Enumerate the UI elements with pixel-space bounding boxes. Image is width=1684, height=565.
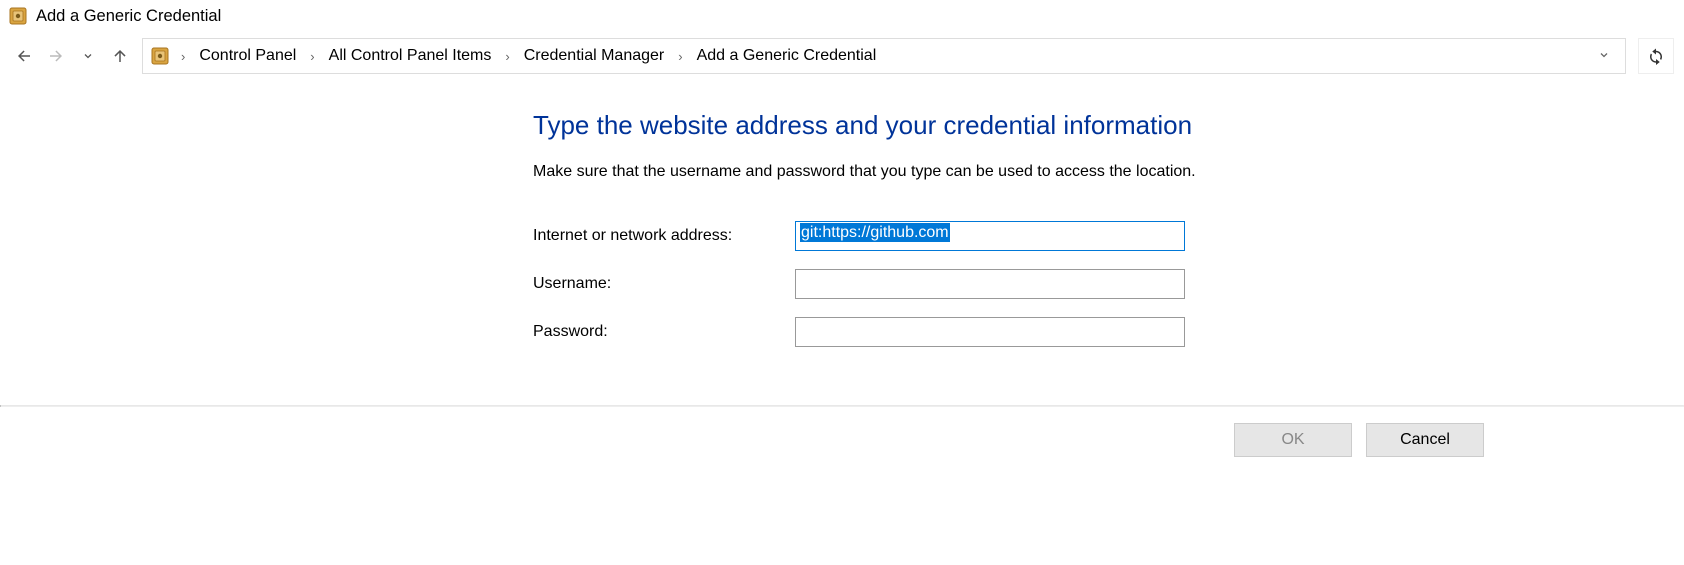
chevron-right-icon: › bbox=[175, 49, 191, 64]
address-bar[interactable]: › Control Panel › All Control Panel Item… bbox=[142, 38, 1626, 74]
username-input[interactable] bbox=[795, 269, 1185, 299]
password-input[interactable] bbox=[795, 317, 1185, 347]
address-input-value: git:https://github.com bbox=[800, 223, 950, 242]
navigation-bar: › Control Panel › All Control Panel Item… bbox=[0, 32, 1684, 80]
back-arrow-icon bbox=[15, 47, 33, 65]
safe-icon bbox=[8, 6, 28, 26]
address-label: Internet or network address: bbox=[533, 227, 795, 245]
username-row: Username: bbox=[533, 269, 1684, 299]
chevron-down-icon bbox=[82, 50, 94, 62]
password-row: Password: bbox=[533, 317, 1684, 347]
back-button[interactable] bbox=[10, 42, 38, 70]
breadcrumb-all-items[interactable]: All Control Panel Items bbox=[325, 45, 496, 67]
recent-locations-button[interactable] bbox=[74, 42, 102, 70]
password-label: Password: bbox=[533, 323, 795, 341]
window-titlebar: Add a Generic Credential bbox=[0, 0, 1684, 32]
breadcrumb-control-panel[interactable]: Control Panel bbox=[195, 45, 300, 67]
chevron-right-icon: › bbox=[672, 49, 688, 64]
page-heading: Type the website address and your creden… bbox=[533, 110, 1684, 141]
chevron-right-icon: › bbox=[304, 49, 320, 64]
chevron-right-icon: › bbox=[499, 49, 515, 64]
up-arrow-icon bbox=[111, 47, 129, 65]
username-label: Username: bbox=[533, 275, 795, 293]
cancel-button[interactable]: Cancel bbox=[1366, 423, 1484, 457]
footer-buttons: OK Cancel bbox=[0, 407, 1684, 473]
ok-button[interactable]: OK bbox=[1234, 423, 1352, 457]
breadcrumb-current[interactable]: Add a Generic Credential bbox=[693, 45, 881, 67]
breadcrumb-credential-manager[interactable]: Credential Manager bbox=[520, 45, 669, 67]
refresh-button[interactable] bbox=[1638, 38, 1674, 74]
refresh-icon bbox=[1647, 47, 1665, 65]
page-subtext: Make sure that the username and password… bbox=[533, 163, 1684, 181]
forward-button[interactable] bbox=[42, 42, 70, 70]
chevron-down-icon bbox=[1598, 49, 1610, 61]
window-title: Add a Generic Credential bbox=[36, 7, 221, 26]
address-input[interactable]: git:https://github.com bbox=[795, 221, 1185, 251]
address-row: Internet or network address: git:https:/… bbox=[533, 221, 1684, 251]
forward-arrow-icon bbox=[47, 47, 65, 65]
up-button[interactable] bbox=[106, 42, 134, 70]
main-content: Type the website address and your creden… bbox=[0, 80, 1684, 405]
address-dropdown-button[interactable] bbox=[1589, 48, 1619, 64]
safe-icon bbox=[149, 45, 171, 67]
